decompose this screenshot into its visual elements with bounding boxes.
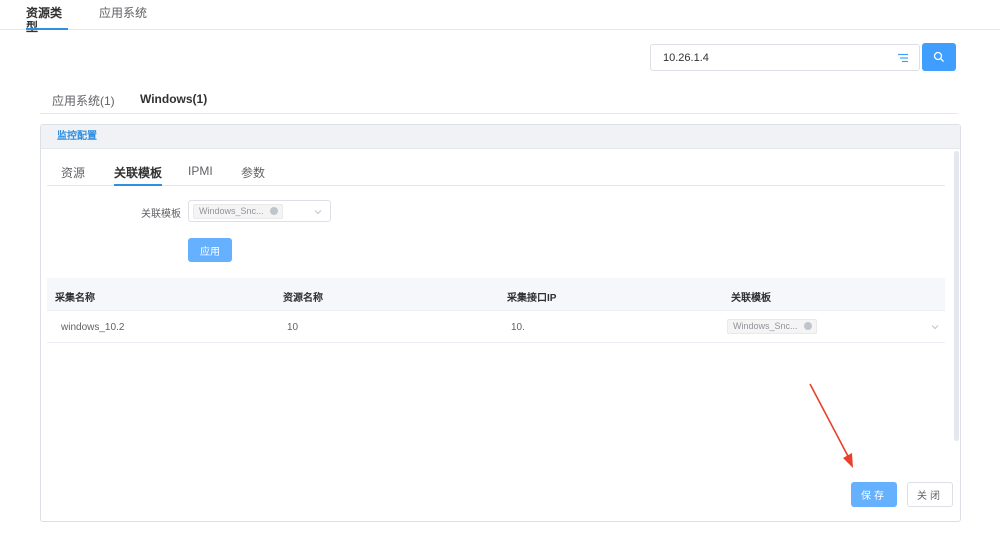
chevron-down-icon — [931, 325, 939, 330]
category-tabs: 应用系统(1) Windows(1) — [40, 84, 958, 114]
template-select[interactable]: Windows_Snc... — [188, 200, 331, 222]
close-button[interactable]: 关闭 — [907, 482, 953, 507]
cell-collect-ip: 10. — [511, 322, 525, 333]
filter-icon[interactable] — [897, 52, 909, 64]
row-template-tag: Windows_Snc... — [727, 319, 817, 334]
tab-application-system[interactable]: 应用系统 — [99, 6, 147, 30]
column-header-collect-name: 采集名称 — [55, 293, 95, 304]
column-header-linked-template: 关联模板 — [731, 293, 771, 304]
chevron-down-icon — [314, 210, 322, 215]
tab-linked-template[interactable]: 关联模板 — [114, 164, 163, 186]
column-header-collect-ip: 采集接口IP — [507, 293, 557, 304]
cell-resource-name: 10 — [287, 322, 299, 333]
tab-windows-count[interactable]: Windows(1) — [140, 92, 207, 106]
resource-type-tabs: 资源类型 应用系统 — [0, 0, 1000, 34]
row-template-select[interactable]: Windows_Snc... — [727, 318, 943, 336]
table-row: windows_10.2 10 10. Windows_Snc... — [47, 311, 945, 343]
search-button[interactable] — [922, 43, 956, 71]
tab-application-system-count[interactable]: 应用系统(1) — [52, 92, 115, 109]
tag-close-icon[interactable] — [269, 207, 278, 215]
table-header: 采集名称 资源名称 采集接口IP 关联模板 — [47, 278, 945, 311]
search-box — [650, 44, 920, 71]
panel-scrollbar[interactable] — [954, 151, 959, 441]
search-input[interactable] — [651, 45, 881, 70]
apply-button[interactable]: 应用 — [188, 238, 232, 262]
template-label: 关联模板 — [141, 209, 181, 220]
cell-collect-name: windows_10.2 — [61, 322, 125, 333]
tab-parameters[interactable]: 参数 — [241, 164, 265, 181]
tag-close-icon[interactable] — [803, 322, 812, 330]
config-tabs: 资源 关联模板 IPMI 参数 — [47, 150, 945, 186]
template-tag: Windows_Snc... — [193, 204, 283, 219]
tab-resource[interactable]: 资源 — [61, 164, 85, 181]
monitor-config-panel: 监控配置 资源 关联模板 IPMI 参数 关联模板 Windows_Snc...… — [40, 124, 961, 522]
row-template-tag-label: Windows_Snc... — [733, 321, 798, 331]
template-tag-label: Windows_Snc... — [199, 206, 264, 216]
tab-resource-type[interactable]: 资源类型 — [26, 6, 68, 34]
search-icon — [933, 51, 944, 62]
save-button[interactable]: 保存 — [851, 482, 897, 507]
panel-title: 监控配置 — [41, 125, 960, 149]
column-header-resource-name: 资源名称 — [283, 293, 323, 304]
tab-ipmi[interactable]: IPMI — [188, 164, 213, 178]
